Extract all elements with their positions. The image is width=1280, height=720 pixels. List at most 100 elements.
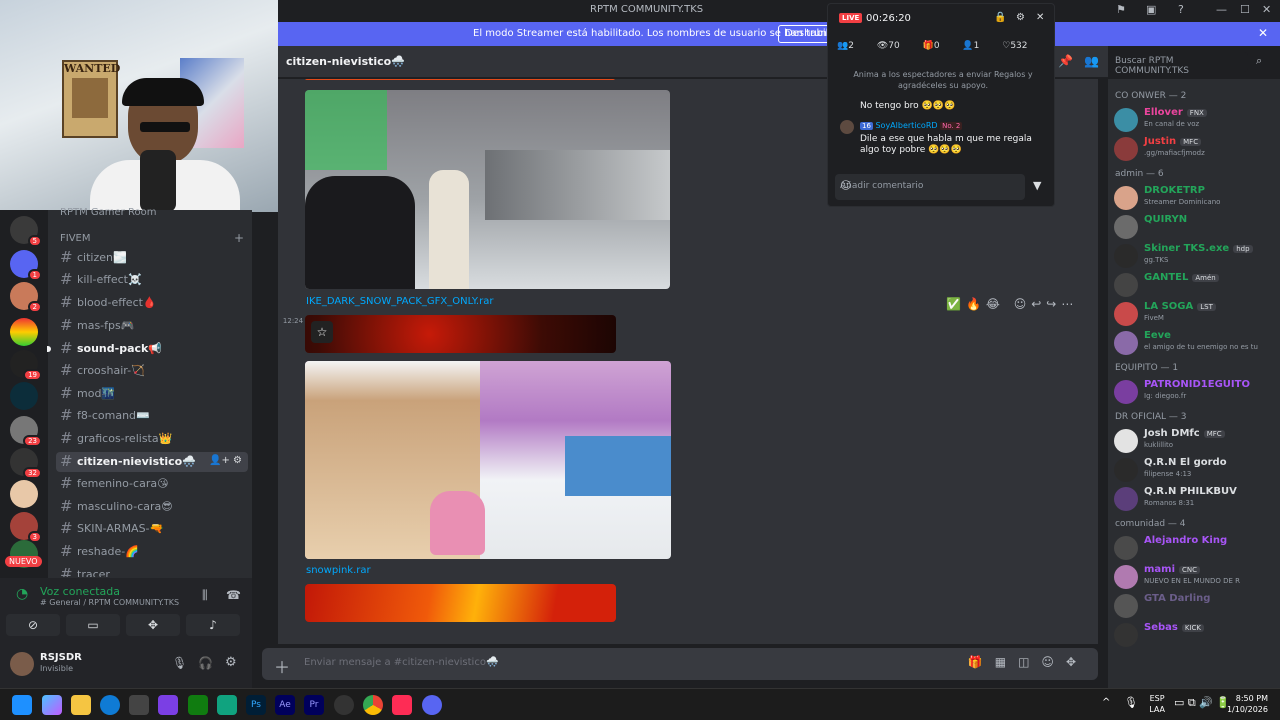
search-input[interactable]: Buscar RPTM COMMUNITY.TKS	[1115, 56, 1248, 76]
minimize-button[interactable]: —	[1216, 3, 1227, 16]
gear-icon[interactable]: ⚙	[1016, 12, 1025, 23]
close-window-button[interactable]: ✕	[1262, 3, 1271, 16]
channel-item[interactable]: # f8-comand⌨️	[56, 406, 248, 426]
search-icon[interactable]: ⌕	[1256, 54, 1262, 68]
chrome-icon[interactable]	[363, 695, 383, 715]
mic-icon[interactable]: 🎙	[172, 656, 187, 670]
edge-icon[interactable]	[100, 695, 120, 715]
inbox-icon[interactable]: ⚑	[1116, 3, 1126, 16]
gear-icon[interactable]: ⚙	[225, 655, 237, 670]
activities-button[interactable]: ✥	[126, 614, 180, 636]
banner-image[interactable]	[305, 584, 616, 622]
help-icon[interactable]: ?	[1178, 3, 1184, 16]
clock[interactable]: 8:50 PM 1/10/2026	[1227, 693, 1268, 715]
channel-item[interactable]: # graficos-relista👑	[56, 429, 248, 449]
pin-icon[interactable]: 📌	[1058, 54, 1073, 68]
member-item[interactable]: Q.R.N PHILKBUV Romanos 8:31	[1114, 484, 1274, 514]
camera-off-button[interactable]: ⊘	[6, 614, 60, 636]
member-item[interactable]: LA SOGA LST FiveM	[1114, 299, 1274, 329]
add-channel-icon[interactable]: +	[234, 231, 244, 245]
server-icon[interactable]: 32	[10, 448, 42, 479]
attachment-link[interactable]: IKE_DARK_SNOW_PACK_GFX_ONLY.rar	[306, 296, 493, 307]
members-icon[interactable]: 👥	[1084, 54, 1099, 68]
message-input[interactable]: Enviar mensaje a #citizen-nievistico🌨️	[304, 657, 498, 668]
server-icon[interactable]: 19	[10, 350, 42, 381]
member-item[interactable]: Sebas KICK	[1114, 620, 1274, 650]
emoji-icon[interactable]: ☺	[840, 179, 1019, 192]
mic-icon[interactable]: 🎙	[1124, 696, 1138, 709]
channel-item[interactable]: # crooshair-🏹	[56, 361, 248, 381]
message-actions[interactable]: ✅🔥😂 ☺↩↪⋯	[946, 297, 1078, 311]
server-icon[interactable]	[10, 480, 38, 508]
prev-image[interactable]	[305, 79, 615, 80]
member-item[interactable]: GANTEL Amén	[1114, 270, 1274, 300]
server-icon[interactable]	[10, 382, 38, 410]
channel-item[interactable]: # tracer	[56, 565, 248, 577]
file-explorer-icon[interactable]	[71, 695, 91, 715]
lock-icon[interactable]: 🔒	[994, 12, 1006, 23]
member-item[interactable]: Ellover FNX En canal de voz	[1114, 105, 1274, 135]
headphones-icon[interactable]: 🎧	[198, 656, 213, 670]
member-item[interactable]: QUIRYN	[1114, 212, 1274, 242]
maximize-button[interactable]: ☐	[1240, 3, 1250, 16]
channel-item[interactable]: # citizen-nievistico🌨️ 👤+ ⚙	[56, 452, 248, 472]
soundboard-button[interactable]: ♪	[186, 614, 240, 636]
member-item[interactable]: Justin MFC .gg/mafiacfjmodz	[1114, 134, 1274, 164]
member-item[interactable]: Alejandro King	[1114, 533, 1274, 563]
channel-item[interactable]: # kill-effect☠️	[56, 270, 248, 290]
server-icon[interactable]: 2	[10, 282, 42, 313]
search-bar[interactable]: Buscar RPTM COMMUNITY.TKS	[1108, 52, 1248, 76]
copilot-icon[interactable]	[42, 695, 62, 715]
server-icon[interactable]: 3	[10, 512, 42, 543]
banner-image[interactable]: ☆	[305, 315, 616, 353]
channel-item[interactable]: # mod🌃	[56, 384, 248, 404]
monitor-icon[interactable]: ▣	[1146, 3, 1156, 16]
comment-field[interactable]: Añadir comentario ☺	[835, 174, 1025, 200]
channel-item[interactable]: # sound-pack📢	[47, 339, 248, 359]
channel-settings-icon[interactable]: 👤+ ⚙	[209, 455, 242, 466]
server-icon[interactable]	[10, 318, 38, 346]
member-item[interactable]: PATRONID1EGUITO Ig: diegoo.fr	[1114, 377, 1274, 407]
language-indicator[interactable]: ESP LAA	[1149, 693, 1165, 715]
image-attachment[interactable]	[305, 90, 670, 289]
attachment-link[interactable]: snowpink.rar	[306, 565, 371, 576]
member-item[interactable]: GTA Darling	[1114, 591, 1274, 621]
discord-icon[interactable]	[422, 695, 442, 715]
disconnect-icon[interactable]: ☎	[226, 588, 241, 602]
channel-item[interactable]: # SKIN-ARMAS-🔫	[56, 519, 248, 539]
star-icon[interactable]: ☆	[311, 321, 333, 343]
close-icon[interactable]: ✕	[1036, 12, 1044, 23]
member-item[interactable]: Josh DMfc MFC kuklillito	[1114, 426, 1274, 456]
member-item[interactable]: Skiner TKS.exe hdp gg.TKS	[1114, 241, 1274, 271]
tiktok-icon[interactable]	[392, 695, 412, 715]
avatar[interactable]	[10, 652, 34, 676]
network-icon[interactable]: ▭ ⧉ 🔊 🔋	[1174, 696, 1230, 710]
member-item[interactable]: Eeve el amigo de tu enemigo no es tu	[1114, 328, 1274, 358]
channel-item[interactable]: # femenino-cara😘	[56, 474, 248, 494]
image-attachment[interactable]	[305, 361, 671, 559]
server-icon[interactable]: 5	[10, 216, 42, 247]
store-icon[interactable]	[129, 695, 149, 715]
member-item[interactable]: Q.R.N El gordo filipense 4:13	[1114, 455, 1274, 485]
premiere-icon[interactable]: Pr	[304, 695, 324, 715]
server-icon[interactable]: 23	[10, 416, 42, 447]
discord-server-icon[interactable]: 1	[10, 250, 42, 281]
noise-suppression-icon[interactable]: ⫼	[202, 588, 208, 603]
photoshop-icon[interactable]: Ps	[246, 695, 266, 715]
chatgpt-icon[interactable]	[217, 695, 237, 715]
member-item[interactable]: DROKETRP Streamer Dominicano	[1114, 183, 1274, 213]
voice-channel[interactable]: # General / RPTM COMMUNITY.TKS	[40, 598, 179, 607]
channel-item[interactable]: # mas-fps🎮	[56, 316, 248, 336]
member-item[interactable]: mami CNC NUEVO EN EL MUNDO DE R	[1114, 562, 1274, 592]
app-icon[interactable]	[158, 695, 178, 715]
category-rptm[interactable]: RPTM Gamer Room	[60, 207, 156, 218]
channel-item[interactable]: # reshade-🌈	[56, 542, 248, 562]
category-fivem[interactable]: FIVEM	[60, 233, 91, 244]
channel-item[interactable]: # blood-effect🩸	[56, 293, 248, 313]
add-attachment-icon[interactable]: ＋	[274, 654, 290, 678]
xbox-icon[interactable]	[188, 695, 208, 715]
screen-share-button[interactable]: ▭	[66, 614, 120, 636]
send-icon[interactable]: ▼	[1033, 179, 1041, 192]
channel-item[interactable]: # masculino-cara😎	[56, 497, 248, 517]
close-icon[interactable]: ✕	[1258, 26, 1268, 40]
